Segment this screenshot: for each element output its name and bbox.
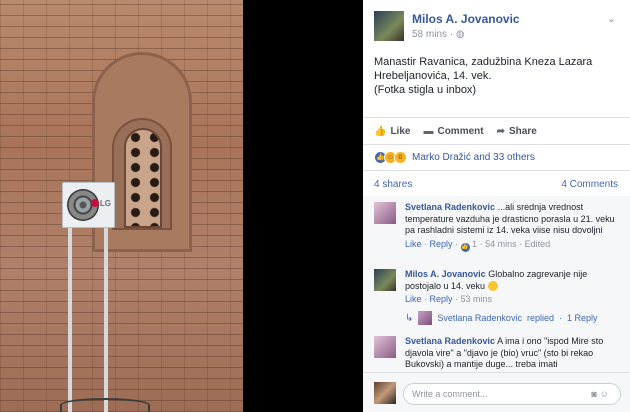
commenter-avatar[interactable] [374, 336, 396, 358]
comment-label: Comment [437, 125, 484, 137]
post-photo[interactable]: LG [0, 0, 243, 412]
author-name[interactable]: Milos A. Jovanovic [412, 12, 520, 26]
post-text: Manastir Ravanica, zadužbina Kneza Lazar… [374, 55, 619, 97]
ac-logo: LG [90, 199, 111, 208]
comment-reply-link[interactable]: Reply [430, 239, 453, 249]
divider [363, 117, 630, 118]
cable-loop [60, 398, 150, 412]
post-text-line: (Fotka stigla u inbox) [374, 84, 477, 96]
commenter-name[interactable]: Svetlana Radenkovic [405, 336, 495, 346]
post-text-line: Hrebeljanovića, 14. vek. [374, 70, 492, 82]
comment-button[interactable]: ▬ Comment [423, 122, 483, 140]
post-actions: 👍 Like ▬ Comment ➦ Share [374, 122, 620, 140]
globe-icon: ◍ [455, 29, 465, 40]
share-label: Share [508, 125, 537, 137]
lattice-window [124, 128, 162, 228]
share-button[interactable]: ➦ Share [497, 122, 537, 140]
comment-time[interactable]: 54 mins [485, 239, 517, 249]
divider [363, 170, 630, 171]
air-conditioner-unit: LG [62, 182, 115, 228]
camera-icon[interactable]: ◙☺ [591, 389, 612, 399]
divider [363, 144, 630, 145]
commenter-name[interactable]: Svetlana Radenkovic [405, 202, 495, 212]
comment-like-link[interactable]: Like [405, 239, 422, 249]
post-text-line: Manastir Ravanica, zadužbina Kneza Lazar… [374, 56, 593, 68]
replier-name: Svetlana Radenkovic [437, 313, 522, 323]
replied-label: replied [526, 313, 554, 323]
reply-count: 1 Reply [566, 313, 598, 323]
post-time[interactable]: 58 mins [412, 29, 447, 40]
like-label: Like [390, 125, 411, 137]
like-button[interactable]: 👍 Like [374, 122, 410, 140]
comments-count-link[interactable]: 4 Comments [561, 179, 618, 190]
separator-dot: · [558, 313, 562, 323]
comment-actions: Like · Reply · 👍 1 · 54 mins · Edited [405, 238, 551, 252]
thumbs-up-icon: 👍 [374, 125, 387, 137]
shares-link[interactable]: 4 shares [374, 179, 412, 190]
comment-body: Svetlana Radenkovic ...ali srednja vredn… [405, 202, 621, 252]
comment-input[interactable]: Write a comment... ◙☺ [403, 383, 621, 405]
comment-like-link[interactable]: Like [405, 294, 422, 304]
comment-icon: ▬ [423, 125, 434, 137]
post-panel: Milos A. Jovanovic 58 mins · ◍ ⌄ Manasti… [363, 0, 630, 412]
comment-like-count[interactable]: 1 [472, 239, 477, 249]
comment-edited[interactable]: Edited [525, 239, 551, 249]
comment-reply-link[interactable]: Reply [430, 294, 453, 304]
share-icon: ➦ [496, 125, 505, 137]
chevron-down-icon[interactable]: ⌄ [607, 12, 616, 25]
commenter-name[interactable]: Milos A. Jovanovic [405, 269, 486, 279]
like-count-icon: 👍 [460, 242, 470, 252]
smiley-emoji-icon [487, 280, 498, 291]
replier-avatar [418, 311, 433, 325]
viewer-avatar [374, 382, 396, 404]
pipe [104, 228, 108, 412]
comment-body: Svetlana Radenkovic A ima i ono "ispod M… [405, 336, 621, 371]
reactions-summary[interactable]: 👍 ☺ ö Marko Dražić and 33 others [374, 149, 535, 165]
comment-actions: Like · Reply · 53 mins [405, 294, 493, 304]
reply-arrow-icon: ↳ [405, 312, 414, 324]
pipe [68, 228, 72, 412]
post-counts: 4 shares 4 Comments [374, 179, 618, 190]
comment-body: Milos A. Jovanovic Globalno zagrevanje n… [405, 269, 621, 306]
commenter-avatar[interactable] [374, 269, 396, 291]
reactions-text: Marko Dražić and 33 others [412, 151, 535, 163]
comment-input-placeholder: Write a comment... [412, 389, 488, 399]
write-comment-bar: Write a comment... ◙☺ [363, 372, 630, 412]
wow-reaction-icon: ö [394, 150, 407, 164]
commenter-avatar[interactable] [374, 202, 396, 224]
replies-summary[interactable]: ↳ Svetlana Radenkovic replied · 1 Reply [405, 311, 598, 325]
comment-time[interactable]: 53 mins [461, 294, 493, 304]
author-avatar[interactable] [374, 11, 404, 41]
post-meta: 58 mins · ◍ [412, 29, 465, 40]
post-header: Milos A. Jovanovic 58 mins · ◍ ⌄ [363, 0, 630, 48]
comments-section: Svetlana Radenkovic ...ali srednja vredn… [363, 196, 630, 372]
